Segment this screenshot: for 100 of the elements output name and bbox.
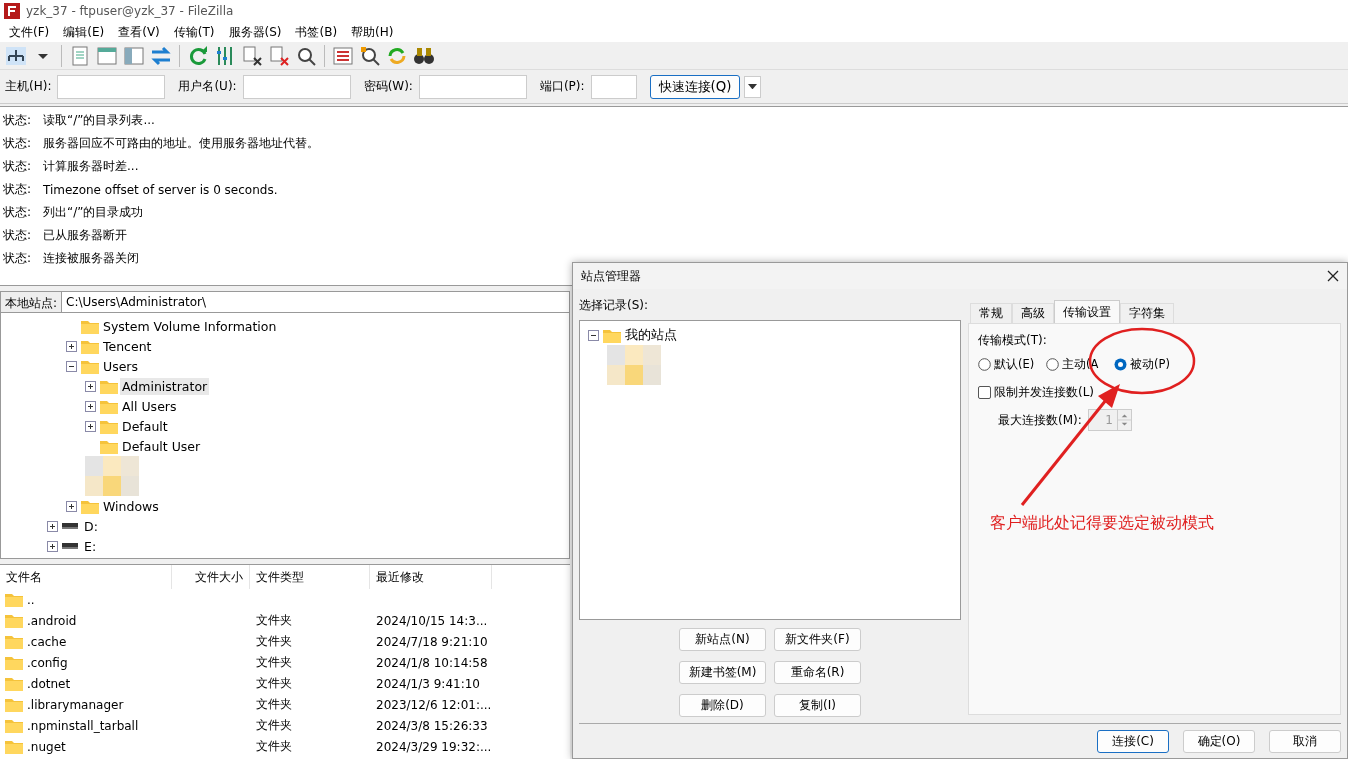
input-field[interactable]	[242, 74, 351, 99]
log-message: 列出“/”的目录成功	[43, 204, 144, 221]
folder-icon	[5, 718, 23, 733]
field-label: 端口(P):	[539, 78, 585, 95]
tab[interactable]: 常规	[970, 303, 1012, 323]
expand-icon[interactable]	[47, 540, 58, 552]
expand-icon[interactable]	[66, 340, 77, 352]
field-label: 主机(H):	[5, 78, 52, 95]
expand-icon[interactable]	[85, 380, 96, 392]
cancel-icon[interactable]	[240, 43, 264, 68]
expand-icon[interactable]	[85, 400, 96, 412]
collapse-icon[interactable]	[66, 360, 77, 372]
folder-icon	[81, 338, 99, 354]
log-message: 已从服务器断开	[43, 227, 127, 244]
log-message: 计算服务器时差...	[43, 158, 139, 175]
tree-item[interactable]: Default User	[120, 437, 203, 455]
app-logo-icon	[4, 3, 20, 19]
menu-item[interactable]: 服务器(S)	[221, 22, 289, 42]
dialog-button[interactable]: 取消	[1269, 730, 1341, 753]
tree-item[interactable]: 我的站点	[623, 325, 679, 345]
tree-item[interactable]: Default	[120, 417, 170, 435]
log-message: 服务器回应不可路由的地址。使用服务器地址代替。	[43, 135, 319, 152]
tree-item[interactable]: Tencent	[101, 337, 154, 355]
file-name: .npminstall_tarball	[27, 718, 139, 733]
dialog-title: 站点管理器	[581, 267, 641, 285]
input-field[interactable]	[590, 74, 637, 99]
radio-button[interactable]: 默认(E)	[978, 357, 1046, 372]
collapse-icon[interactable]	[588, 329, 599, 341]
tree-item[interactable]: E:	[82, 537, 99, 555]
menu-item[interactable]: 书签(B)	[288, 22, 345, 42]
folder-icon	[5, 634, 23, 649]
folder-icon	[81, 358, 99, 374]
dropdown-button[interactable]	[744, 75, 762, 98]
quickconnect-button[interactable]: 快速连接(Q)	[649, 74, 741, 99]
file-name: .librarymanager	[27, 697, 124, 712]
file-name: .config	[27, 655, 68, 670]
dialog-button[interactable]: 新站点(N)	[679, 628, 766, 651]
radio-button[interactable]: 被动(P)	[1114, 357, 1182, 372]
menu-item[interactable]: 文件(F)	[2, 22, 57, 42]
modified-date: 2024/1/8 10:14:58	[376, 655, 488, 670]
field-label: 用户名(U):	[178, 78, 237, 95]
tree-item[interactable]: Administrator	[120, 377, 210, 395]
status-label: 状态:	[2, 227, 33, 244]
status-label: 状态:	[2, 135, 33, 152]
input-field[interactable]	[57, 74, 166, 99]
folder-icon	[100, 438, 118, 454]
input-field[interactable]	[418, 74, 527, 99]
column-header[interactable]: 文件名	[0, 565, 172, 589]
tab[interactable]: 高级	[1012, 303, 1054, 323]
disconnect-icon[interactable]	[267, 43, 291, 68]
window-title: yzk_37 - ftpuser@yzk_37 - FileZilla	[26, 4, 234, 18]
folder-icon	[100, 418, 118, 434]
status-label: 状态:	[2, 158, 33, 175]
drive-icon	[62, 543, 78, 549]
expand-icon[interactable]	[66, 500, 77, 512]
column-header[interactable]: 文件大小	[172, 565, 250, 589]
tree-item[interactable]: D:	[82, 517, 100, 535]
dialog-button[interactable]: 新文件夹(F)	[774, 628, 861, 651]
dialog-button[interactable]: 删除(D)	[679, 694, 766, 717]
tree-item[interactable]: Windows	[101, 497, 161, 515]
modified-date: 2024/3/8 15:26:33	[376, 718, 488, 733]
column-header[interactable]: 文件类型	[250, 565, 370, 589]
file-name: .android	[27, 613, 77, 628]
dialog-button[interactable]: 复制(I)	[774, 694, 861, 717]
file-type: 文件夹	[256, 697, 292, 711]
tree-item[interactable]: All Users	[120, 397, 179, 415]
expand-icon[interactable]	[47, 520, 58, 532]
checkbox[interactable]: 限制并发连接数(L)	[978, 384, 1095, 401]
tab[interactable]: 字符集	[1120, 303, 1174, 323]
menu-item[interactable]: 查看(V)	[111, 22, 167, 42]
field-label: 传输模式(T):	[978, 332, 1048, 349]
tree-item[interactable]: System Volume Information	[101, 317, 279, 335]
modified-date: 2024/1/3 9:41:10	[376, 676, 480, 691]
file-type: 文件夹	[256, 634, 292, 648]
folder-icon	[5, 655, 23, 670]
dialog-button[interactable]: 确定(O)	[1183, 730, 1255, 753]
menu-item[interactable]: 编辑(E)	[56, 22, 112, 42]
close-icon[interactable]	[1327, 270, 1339, 282]
file-type: 文件夹	[256, 613, 292, 627]
menu-item[interactable]: 传输(T)	[166, 22, 222, 42]
modified-date: 2024/3/29 19:32:...	[376, 739, 492, 754]
log-message: Timezone offset of server is 0 seconds.	[43, 182, 278, 197]
caret-icon	[748, 83, 758, 90]
field-label: 选择记录(S):	[579, 297, 650, 314]
menu-item[interactable]: 帮助(H)	[344, 22, 401, 42]
dialog-button[interactable]: 连接(C)	[1097, 730, 1169, 753]
dialog-button[interactable]: 新建书签(M)	[679, 661, 766, 684]
file-type: 文件夹	[256, 718, 292, 732]
status-label: 状态:	[2, 181, 33, 198]
field-label: 密码(W):	[363, 78, 413, 95]
column-header[interactable]: 最近修改	[370, 565, 492, 589]
tab[interactable]: 传输设置	[1054, 300, 1120, 323]
folder-icon	[81, 318, 99, 334]
field-label: 最大连接数(M):	[998, 411, 1082, 429]
folder-icon	[5, 739, 23, 754]
dialog-button[interactable]: 重命名(R)	[774, 661, 861, 684]
folder-icon	[100, 378, 118, 394]
expand-icon[interactable]	[85, 420, 96, 432]
tree-item[interactable]: Users	[101, 357, 140, 375]
modified-date: 2024/10/15 14:3...	[376, 613, 488, 628]
